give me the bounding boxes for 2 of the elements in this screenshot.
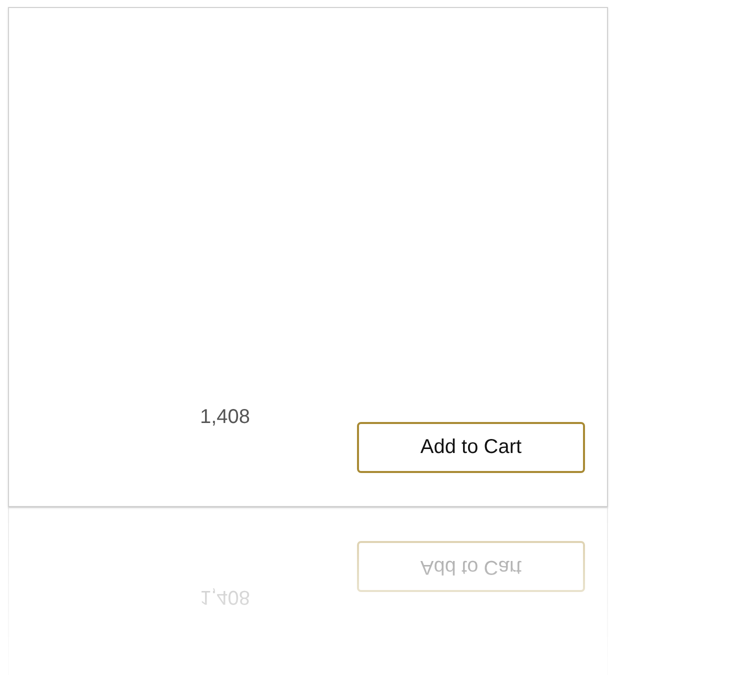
add-to-cart-button[interactable]: Add to Cart xyxy=(357,422,585,473)
review-count: 1,408 xyxy=(200,406,252,429)
